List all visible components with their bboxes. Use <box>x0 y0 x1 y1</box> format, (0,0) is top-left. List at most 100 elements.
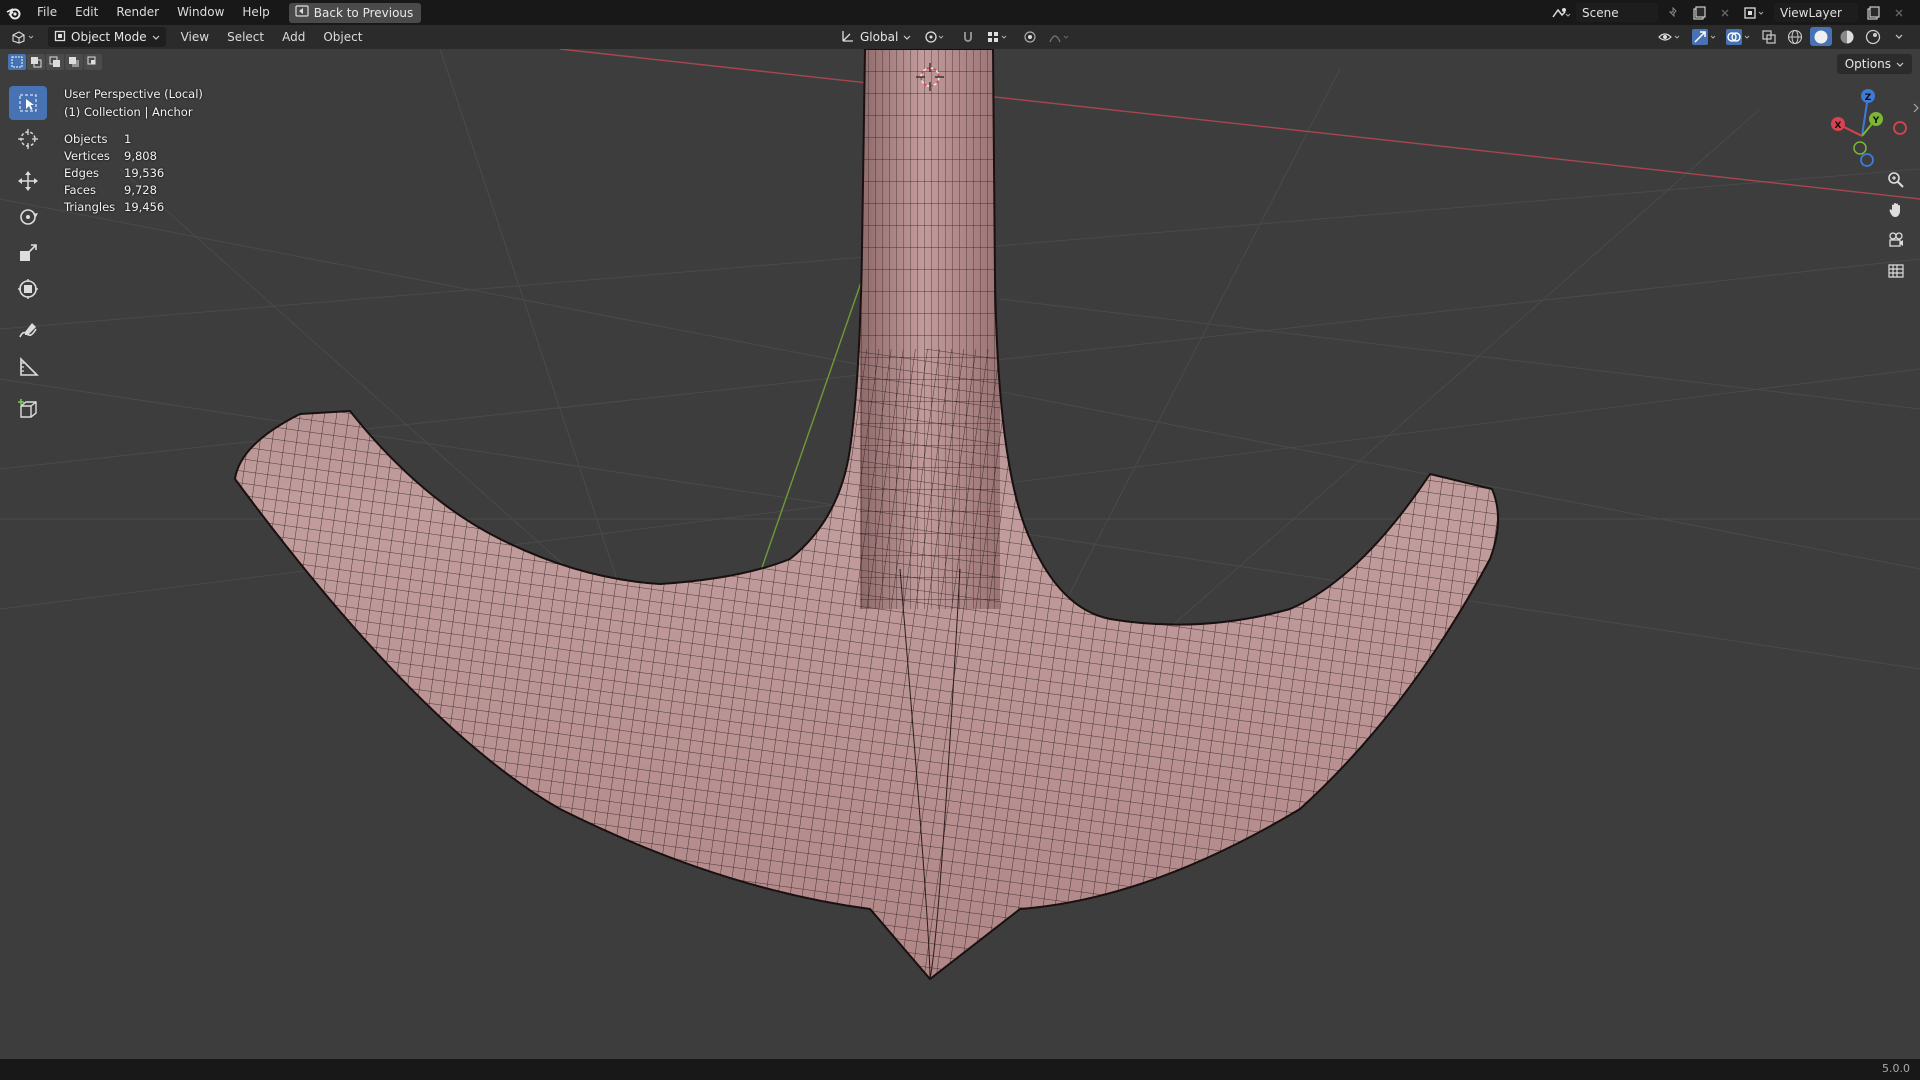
delete-scene-icon[interactable] <box>1714 3 1736 22</box>
xray-toggle-icon[interactable] <box>1758 27 1780 46</box>
gizmo-neg-z[interactable] <box>1860 153 1874 167</box>
select-intersect-icon[interactable] <box>84 54 102 70</box>
menu-select[interactable]: Select <box>218 30 273 44</box>
editor-type-icon[interactable] <box>6 28 42 47</box>
stat-row: Objects 1 <box>64 131 164 148</box>
visibility-eye-icon[interactable] <box>1656 27 1686 46</box>
menu-add[interactable]: Add <box>273 30 314 44</box>
transform-orientation-dropdown[interactable]: Global <box>835 27 917 47</box>
options-dropdown[interactable]: Options <box>1836 54 1912 74</box>
top-menu-bar: File Edit Render Window Help Back to Pre… <box>0 0 1920 25</box>
cursor-icon[interactable] <box>9 122 47 156</box>
solid-shading-icon[interactable] <box>1810 27 1832 46</box>
screen-back-icon <box>295 5 309 20</box>
back-to-previous-label: Back to Previous <box>313 5 414 20</box>
scene-browse-icon[interactable] <box>1550 3 1572 22</box>
select-box-icon[interactable] <box>9 86 47 120</box>
scale-icon[interactable] <box>9 236 47 270</box>
menu-help[interactable]: Help <box>233 0 278 25</box>
scene-canvas <box>0 49 1920 1049</box>
x-axis-line <box>559 49 1920 200</box>
view-layer-name-field[interactable]: ViewLayer <box>1774 3 1858 22</box>
viewport-header: Object Mode View Select Add Object Globa… <box>0 25 1920 49</box>
chevron-down-icon <box>1896 57 1904 71</box>
measure-icon[interactable] <box>9 350 47 384</box>
menu-window[interactable]: Window <box>168 0 233 25</box>
gizmo-neg-y[interactable] <box>1853 141 1867 155</box>
selection-mode-group <box>8 54 102 70</box>
anchor-mesh[interactable] <box>200 49 1520 1049</box>
3d-viewport[interactable] <box>0 49 1920 1059</box>
stat-value: 19,456 <box>124 200 165 214</box>
stat-label: Objects <box>64 132 108 146</box>
rotate-icon[interactable] <box>9 200 47 234</box>
stat-value: 9,808 <box>124 149 157 163</box>
scene-statistics: Objects 1 Vertices 9,808 Edges 19,536 Faces… <box>64 131 164 216</box>
orientation-icon <box>841 29 855 46</box>
gizmo-neg-x[interactable] <box>1893 121 1907 135</box>
back-to-previous-button[interactable]: Back to Previous <box>288 2 422 23</box>
snap-toggle-icon[interactable] <box>957 28 979 47</box>
menu-edit[interactable]: Edit <box>66 0 107 25</box>
wireframe-shading-icon[interactable] <box>1784 27 1806 46</box>
select-extend-icon[interactable] <box>27 54 45 70</box>
chevron-down-icon <box>152 30 160 44</box>
menu-view[interactable]: View <box>172 30 218 44</box>
gizmo-toggle-icon[interactable] <box>1690 27 1720 46</box>
menu-object[interactable]: Object <box>314 30 371 44</box>
pivot-point-icon[interactable] <box>923 28 951 47</box>
stat-label: Faces <box>64 183 96 197</box>
proportional-editing-icon[interactable] <box>1019 28 1041 47</box>
stat-value: 9,728 <box>124 183 157 197</box>
gizmo-x-label: X <box>1835 121 1842 131</box>
gizmo-z-label: Z <box>1865 93 1872 103</box>
transform-icon[interactable] <box>9 272 47 306</box>
view-layer-name: ViewLayer <box>1780 5 1842 20</box>
mode-dropdown[interactable]: Object Mode <box>48 27 166 47</box>
orientation-label: Global <box>860 30 899 44</box>
options-label: Options <box>1844 57 1891 71</box>
overlays-toggle-icon[interactable] <box>1724 27 1754 46</box>
falloff-curve-icon[interactable] <box>1047 28 1075 47</box>
view-perspective-label: User Perspective (Local) <box>64 87 203 101</box>
blender-window: File Edit Render Window Help Back to Pre… <box>0 0 1920 1080</box>
select-new-icon[interactable] <box>8 54 26 70</box>
stat-row: Faces 9,728 <box>64 182 164 199</box>
view-layer-browse-icon[interactable] <box>1740 3 1770 22</box>
scene-name-field[interactable]: Scene <box>1576 3 1658 22</box>
snap-target-icon[interactable] <box>985 28 1013 47</box>
select-difference-icon[interactable] <box>65 54 83 70</box>
blender-logo-icon[interactable] <box>0 0 28 25</box>
tool-shelf <box>9 86 47 428</box>
stat-label: Triangles <box>64 200 116 214</box>
navigation-buttons <box>1884 168 1908 282</box>
camera-view-icon[interactable] <box>1884 228 1908 252</box>
material-preview-icon[interactable] <box>1836 27 1858 46</box>
move-icon[interactable] <box>9 164 47 198</box>
stat-value: 1 <box>124 132 132 146</box>
pin-icon[interactable] <box>1662 3 1684 22</box>
stat-row: Edges 19,536 <box>64 165 164 182</box>
collection-label: (1) Collection | Anchor <box>64 105 193 119</box>
stat-row: Triangles 19,456 <box>64 199 164 216</box>
mode-label: Object Mode <box>71 30 147 44</box>
shading-options-chevron-icon[interactable] <box>1888 27 1910 46</box>
new-view-layer-icon[interactable] <box>1862 3 1884 22</box>
stat-label: Edges <box>64 166 99 180</box>
add-cube-icon[interactable] <box>9 392 47 426</box>
menu-file[interactable]: File <box>28 0 66 25</box>
orthographic-grid-icon[interactable] <box>1884 258 1908 282</box>
rendered-shading-icon[interactable] <box>1862 27 1884 46</box>
select-subtract-icon[interactable] <box>46 54 64 70</box>
annotate-icon[interactable] <box>9 314 47 348</box>
new-scene-icon[interactable] <box>1688 3 1710 22</box>
pan-hand-icon[interactable] <box>1884 198 1908 222</box>
delete-view-layer-icon[interactable] <box>1888 3 1910 22</box>
stat-row: Vertices 9,808 <box>64 148 164 165</box>
zoom-icon[interactable] <box>1884 168 1908 192</box>
version-label: 5.0.0 <box>1882 1062 1910 1075</box>
chevron-down-icon <box>903 30 911 44</box>
status-bar: 5.0.0 <box>0 1059 1920 1080</box>
menu-render[interactable]: Render <box>107 0 168 25</box>
navigation-gizmo[interactable]: Z Y X <box>1820 84 1920 174</box>
